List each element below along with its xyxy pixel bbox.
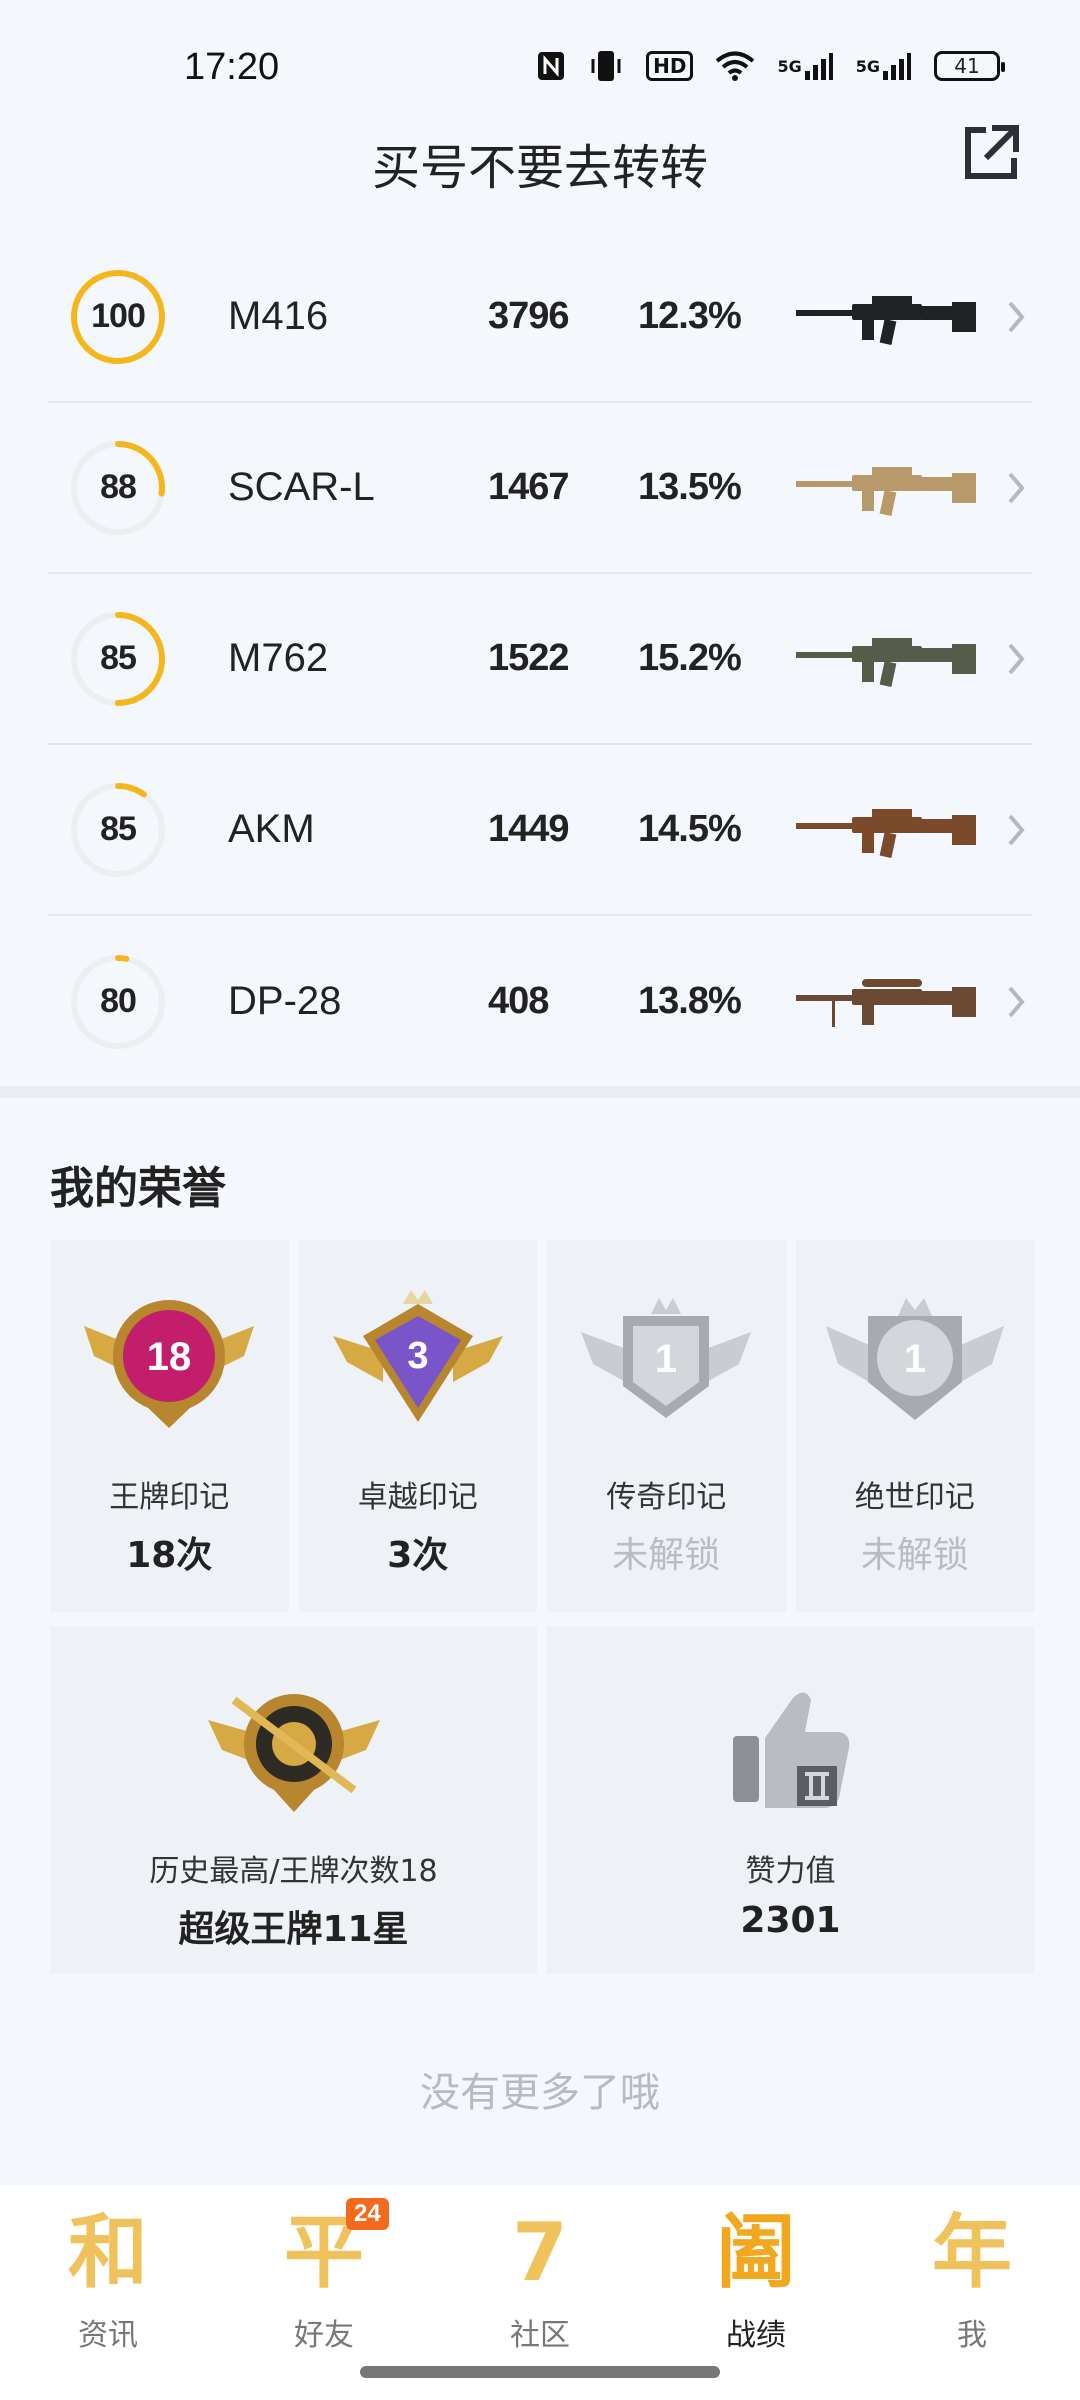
svg-text:1: 1 bbox=[904, 1337, 926, 1381]
honor-card-excellence[interactable]: 3 卓越印记 3次 bbox=[298, 1240, 537, 1612]
status-bar: 17:20 HD 5G 5G 41 bbox=[0, 0, 1080, 130]
honor-label: 王牌印记 bbox=[109, 1480, 230, 1515]
weapon-name: AKM bbox=[228, 807, 315, 851]
nav-item-news[interactable]: 和 资讯 bbox=[0, 2186, 216, 2400]
weapon-name: SCAR-L bbox=[228, 465, 375, 509]
peerless-badge-icon: 1 bbox=[825, 1298, 1004, 1420]
honor-wide-grid: 历史最高/王牌次数18 超级王牌11星 赞力值 2301 bbox=[50, 1626, 1034, 1974]
vibrate-icon bbox=[588, 48, 624, 84]
chevron-right-icon bbox=[1008, 301, 1025, 332]
likes-card[interactable]: 赞力值 2301 bbox=[547, 1626, 1034, 1974]
nav-label: 我 bbox=[957, 2318, 987, 2353]
honor-value: 未解锁 bbox=[860, 1535, 969, 1576]
status-time: 17:20 bbox=[184, 46, 280, 88]
weapon-kills: 3796 bbox=[488, 295, 570, 337]
chevron-right-icon bbox=[1008, 472, 1025, 503]
likes-label: 赞力值 bbox=[745, 1854, 836, 1889]
nav-glyph-icon: 7 bbox=[512, 2206, 568, 2299]
weapon-row[interactable]: 100 M416 3796 12.3% bbox=[48, 232, 1032, 403]
weapon-kills: 1449 bbox=[488, 808, 570, 850]
weapon-kills: 1522 bbox=[488, 637, 570, 679]
rifle-icon bbox=[796, 466, 976, 516]
battery-icon: 41 bbox=[934, 51, 1005, 81]
thumbs-up-icon bbox=[732, 1692, 849, 1808]
weapon-rate: 14.5% bbox=[638, 808, 742, 850]
share-icon bbox=[965, 125, 1019, 179]
chevron-right-icon bbox=[1008, 986, 1025, 1017]
honor-value: 18次 bbox=[126, 1535, 213, 1576]
weapon-name: M416 bbox=[228, 294, 329, 338]
weapon-list: 100 M416 3796 12.3% 88 SCAR-L 1467 13.5%… bbox=[48, 232, 1032, 1087]
svg-text:1: 1 bbox=[655, 1337, 677, 1381]
nav-label: 资讯 bbox=[78, 2318, 138, 2353]
weapon-rate: 13.8% bbox=[638, 980, 742, 1022]
nav-label: 社区 bbox=[510, 2318, 570, 2353]
highest-rank-label: 历史最高/王牌次数18 bbox=[149, 1854, 438, 1889]
weapon-name: DP-28 bbox=[228, 979, 342, 1023]
weapon-kills: 408 bbox=[488, 980, 549, 1022]
weapon-row[interactable]: 85 AKM 1449 14.5% bbox=[48, 745, 1032, 916]
svg-text:3: 3 bbox=[407, 1335, 428, 1377]
machine-gun-icon bbox=[796, 978, 976, 1027]
proficiency-score: 85 bbox=[100, 639, 137, 677]
rank-emblem-icon bbox=[207, 1694, 380, 1812]
nav-label: 战绩 bbox=[726, 2318, 786, 2353]
weapon-row[interactable]: 88 SCAR-L 1467 13.5% bbox=[48, 403, 1032, 574]
likes-value: 2301 bbox=[740, 1900, 841, 1941]
home-indicator[interactable] bbox=[360, 2366, 720, 2378]
no-more-text: 没有更多了哦 bbox=[420, 2070, 660, 2116]
weapon-rate: 13.5% bbox=[638, 466, 742, 508]
proficiency-score: 88 bbox=[100, 468, 137, 506]
section-divider bbox=[0, 1086, 1080, 1098]
wifi-icon bbox=[715, 48, 755, 84]
nav-label: 好友 bbox=[294, 2318, 354, 2353]
honor-card-ace[interactable]: 18 王牌印记 18次 bbox=[50, 1240, 289, 1612]
honor-grid: 18 王牌印记 18次 3 卓越印记 3次 1 传奇印记 未解锁 1 绝世印记 … bbox=[50, 1240, 1034, 1612]
legend-badge-icon: 1 bbox=[581, 1298, 752, 1418]
nav-glyph-icon: 和 bbox=[68, 2206, 148, 2299]
proficiency-score: 100 bbox=[91, 297, 146, 335]
honor-card-peerless[interactable]: 1 绝世印记 未解锁 bbox=[795, 1240, 1034, 1612]
signal-5g-icon-2: 5G bbox=[856, 48, 912, 84]
rifle-icon bbox=[796, 808, 976, 858]
page-title: 买号不要去转转 bbox=[371, 140, 708, 196]
highest-rank-card[interactable]: 历史最高/王牌次数18 超级王牌11星 bbox=[50, 1626, 537, 1974]
honor-value: 3次 bbox=[387, 1535, 449, 1576]
status-icons: HD 5G 5G 41 bbox=[536, 48, 1005, 84]
nav-glyph-icon: 阖 bbox=[716, 2206, 796, 2299]
weapon-row[interactable]: 80 DP-28 408 13.8% bbox=[48, 916, 1032, 1087]
nfc-icon bbox=[536, 48, 566, 84]
share-button[interactable] bbox=[958, 120, 1024, 186]
honor-label: 传奇印记 bbox=[606, 1480, 727, 1515]
proficiency-score: 85 bbox=[100, 810, 137, 848]
chevron-right-icon bbox=[1008, 643, 1025, 674]
nav-glyph-icon: 年 bbox=[932, 2206, 1012, 2299]
excellence-badge-icon: 3 bbox=[332, 1290, 503, 1422]
weapon-row[interactable]: 85 M762 1522 15.2% bbox=[48, 574, 1032, 745]
signal-5g-icon: 5G bbox=[777, 48, 833, 84]
notification-badge: 24 bbox=[346, 2198, 389, 2230]
weapon-rate: 15.2% bbox=[638, 637, 742, 679]
rifle-icon bbox=[796, 637, 976, 687]
honor-card-legend[interactable]: 1 传奇印记 未解锁 bbox=[547, 1240, 786, 1612]
svg-text:18: 18 bbox=[147, 1335, 192, 1379]
weapon-name: M762 bbox=[228, 636, 329, 680]
nav-item-me[interactable]: 年 我 bbox=[864, 2186, 1080, 2400]
honor-section-title: 我的荣誉 bbox=[50, 1163, 226, 1214]
highest-rank-value: 超级王牌11星 bbox=[178, 1909, 409, 1950]
honor-label: 绝世印记 bbox=[854, 1480, 975, 1515]
ace-badge-icon: 18 bbox=[84, 1300, 255, 1428]
honor-value: 未解锁 bbox=[612, 1535, 721, 1576]
proficiency-score: 80 bbox=[100, 982, 137, 1020]
weapon-kills: 1467 bbox=[488, 466, 570, 508]
hd-icon: HD bbox=[646, 48, 694, 84]
chevron-right-icon bbox=[1008, 814, 1025, 845]
rifle-icon bbox=[796, 295, 976, 345]
weapon-rate: 12.3% bbox=[638, 295, 742, 337]
honor-label: 卓越印记 bbox=[357, 1480, 478, 1515]
page-header: 买号不要去转转 bbox=[0, 118, 1080, 198]
